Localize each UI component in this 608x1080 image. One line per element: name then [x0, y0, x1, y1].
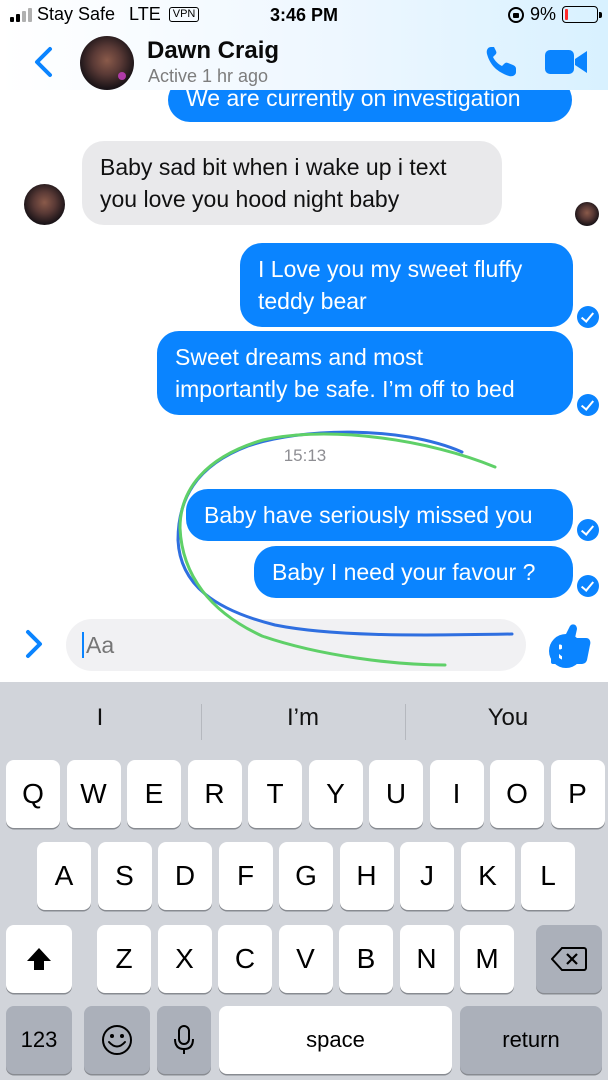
- message-bubble-outgoing[interactable]: I Love you my sweet fluffy teddy bear: [240, 243, 573, 327]
- backspace-key[interactable]: [536, 925, 602, 993]
- key-q[interactable]: Q: [6, 760, 60, 828]
- key-f[interactable]: F: [218, 842, 273, 910]
- suggestion-bar: I I’m You: [0, 682, 608, 758]
- emoji-key[interactable]: [84, 1006, 150, 1074]
- dictation-key[interactable]: [157, 1006, 211, 1074]
- message-input[interactable]: [86, 632, 446, 659]
- message-bubble-incoming[interactable]: Baby sad bit when i wake up i text you l…: [82, 141, 502, 225]
- composer-bar: [0, 612, 608, 682]
- return-key[interactable]: return: [460, 1006, 602, 1074]
- battery-percent: 9%: [529, 4, 556, 24]
- read-receipt-avatar: [575, 202, 599, 226]
- avatar[interactable]: [80, 36, 134, 90]
- rotation-lock-icon: [507, 6, 524, 23]
- delivered-check-icon: [577, 306, 599, 328]
- key-e[interactable]: E: [127, 760, 181, 828]
- chevron-left-icon[interactable]: [30, 46, 58, 78]
- key-m[interactable]: M: [460, 925, 514, 993]
- message-bubble-outgoing[interactable]: We are currently on investigation: [168, 90, 572, 122]
- key-j[interactable]: J: [400, 842, 454, 910]
- key-z[interactable]: Z: [97, 925, 151, 993]
- thumbs-up-icon[interactable]: [549, 622, 591, 666]
- text-cursor: [82, 632, 84, 658]
- video-camera-icon[interactable]: [544, 47, 588, 77]
- message-bubble-outgoing[interactable]: Baby have seriously missed you: [186, 489, 573, 541]
- key-k[interactable]: K: [460, 842, 515, 910]
- key-p[interactable]: P: [550, 760, 605, 828]
- shift-key[interactable]: [6, 925, 72, 993]
- key-v[interactable]: V: [278, 925, 333, 993]
- chevron-right-icon[interactable]: [22, 628, 46, 660]
- message-bubble-outgoing[interactable]: Sweet dreams and most importantly be saf…: [157, 331, 573, 415]
- key-r[interactable]: R: [187, 760, 242, 828]
- key-h[interactable]: H: [339, 842, 394, 910]
- key-u[interactable]: U: [369, 760, 423, 828]
- contact-name[interactable]: Dawn Craig: [147, 37, 279, 65]
- avatar[interactable]: [24, 184, 65, 225]
- key-y[interactable]: Y: [308, 760, 363, 828]
- delivered-check-icon: [577, 394, 599, 416]
- keyboard: I I’m You 123 space return Q W E R T Y U…: [0, 682, 608, 1080]
- shift-icon: [27, 948, 51, 970]
- status-bar: Stay Safe LTE VPN 3:46 PM 9%: [0, 0, 608, 34]
- key-o[interactable]: O: [490, 760, 544, 828]
- battery-icon: [562, 6, 602, 23]
- suggestion-item[interactable]: I: [0, 704, 200, 732]
- phone-icon[interactable]: [482, 44, 520, 80]
- suggestion-item[interactable]: You: [408, 704, 608, 732]
- key-l[interactable]: L: [521, 842, 575, 910]
- message-input-container[interactable]: [66, 619, 583, 671]
- divider: [405, 704, 406, 740]
- conversation-header: Dawn Craig Active 1 hr ago: [0, 34, 608, 90]
- numbers-key[interactable]: 123: [6, 1006, 72, 1074]
- backspace-icon: [551, 947, 587, 971]
- space-key[interactable]: space: [219, 1006, 452, 1074]
- key-d[interactable]: D: [158, 842, 212, 910]
- key-i[interactable]: I: [429, 760, 484, 828]
- key-w[interactable]: W: [66, 760, 121, 828]
- key-s[interactable]: S: [97, 842, 152, 910]
- delivered-check-icon: [577, 575, 599, 597]
- key-x[interactable]: X: [157, 925, 212, 993]
- microphone-icon: [174, 1025, 194, 1054]
- key-c[interactable]: C: [218, 925, 272, 993]
- key-t[interactable]: T: [248, 760, 302, 828]
- delivered-check-icon: [577, 519, 599, 541]
- key-b[interactable]: B: [339, 925, 393, 993]
- key-a[interactable]: A: [37, 842, 91, 910]
- key-g[interactable]: G: [279, 842, 333, 910]
- message-timestamp: 15:13: [283, 446, 327, 465]
- message-bubble-outgoing[interactable]: Baby I need your favour ?: [254, 546, 573, 598]
- message-list[interactable]: We are currently on investigation Baby s…: [0, 90, 608, 612]
- divider: [201, 704, 202, 740]
- emoji-icon: [102, 1025, 132, 1055]
- key-n[interactable]: N: [399, 925, 454, 993]
- contact-status: Active 1 hr ago: [148, 66, 269, 86]
- suggestion-item[interactable]: I’m: [203, 704, 403, 732]
